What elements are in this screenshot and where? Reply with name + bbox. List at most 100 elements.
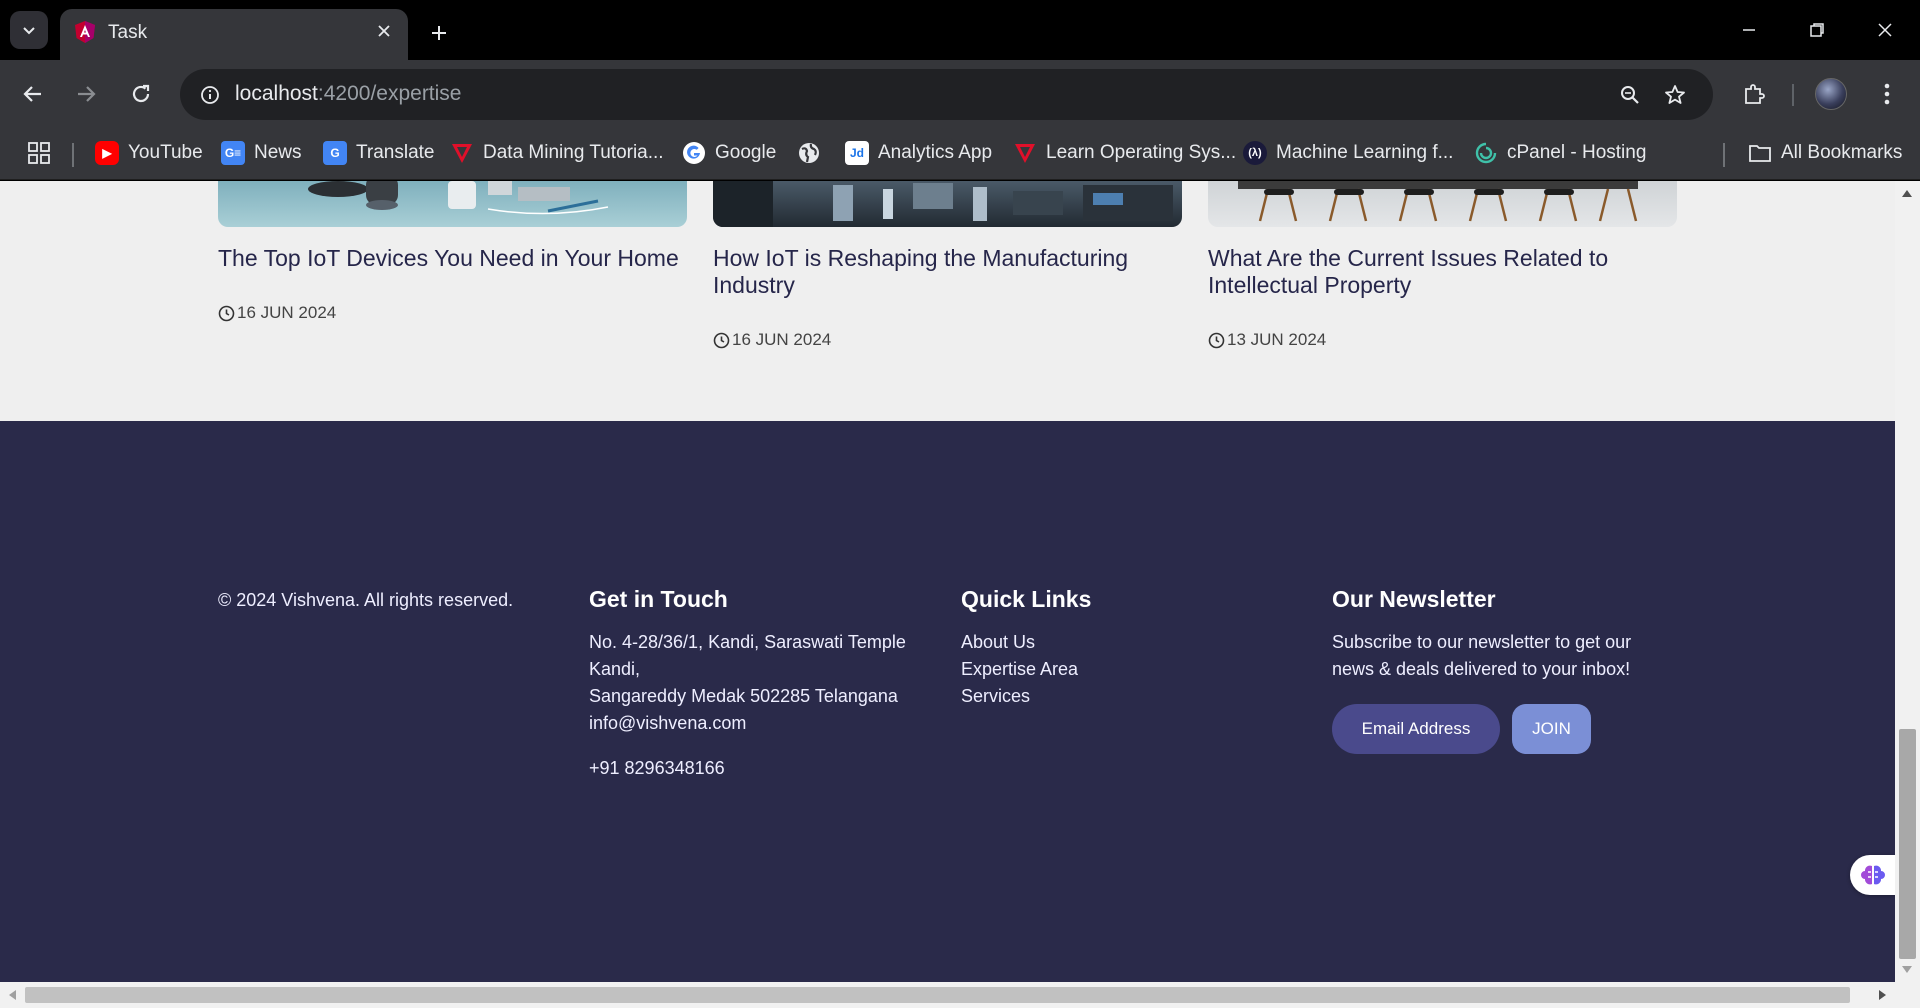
- site-footer: © 2024 Vishvena. All rights reserved. Ge…: [0, 421, 1895, 982]
- minimize-button[interactable]: [1724, 10, 1774, 50]
- bookmark-google[interactable]: Google: [682, 137, 776, 169]
- close-window-button[interactable]: [1860, 10, 1910, 50]
- quick-links-list: About Us Expertise Area Services: [961, 629, 1078, 710]
- bookmark-separator: [72, 143, 74, 167]
- plus-icon: [432, 26, 446, 40]
- arrow-left-icon: [23, 86, 41, 102]
- bookmark-label: YouTube: [128, 142, 203, 163]
- bookmark-learn-os[interactable]: Learn Operating Sys...: [1013, 137, 1236, 169]
- bookmarks-bar: ▶ YouTube G≡ News G Translate Data Minin…: [0, 128, 1920, 180]
- quick-link-services[interactable]: Services: [961, 683, 1078, 710]
- bookmark-youtube[interactable]: ▶ YouTube: [95, 137, 203, 169]
- contact-email[interactable]: info@vishvena.com: [589, 710, 746, 737]
- tab-close-button[interactable]: [372, 19, 396, 43]
- card-title[interactable]: How IoT is Reshaping the Manufacturing I…: [713, 245, 1183, 299]
- quick-link-about-us[interactable]: About Us: [961, 629, 1078, 656]
- google-translate-icon: G: [323, 141, 347, 165]
- card-image[interactable]: [1208, 181, 1677, 227]
- newsletter-text-line: news & deals delivered to your inbox!: [1332, 659, 1631, 679]
- kebab-menu-icon: [1884, 83, 1890, 105]
- scroll-right-arrow-icon[interactable]: [1873, 985, 1893, 1005]
- factory-illustration: [713, 181, 1173, 227]
- address-line: No. 4-28/36/1, Kandi, Saraswati Temple: [589, 632, 906, 652]
- arrow-right-icon: [78, 86, 96, 102]
- card-date: 16 JUN 2024: [218, 303, 336, 323]
- back-button[interactable]: [13, 74, 53, 114]
- bookmark-machine-learning[interactable]: (λ) Machine Learning f...: [1243, 137, 1453, 169]
- card-date: 16 JUN 2024: [713, 330, 831, 350]
- floating-assistant-widget[interactable]: [1850, 855, 1895, 895]
- bookmark-news[interactable]: G≡ News: [221, 137, 302, 169]
- address-line: Sangareddy Medak 502285 Telangana: [589, 686, 898, 706]
- red-v-icon: [452, 144, 472, 163]
- profile-avatar[interactable]: [1815, 78, 1847, 110]
- zoom-icon: [1621, 86, 1639, 104]
- bookmark-label: Machine Learning f...: [1276, 142, 1454, 163]
- zoom-button[interactable]: [1614, 79, 1646, 111]
- apps-button[interactable]: [24, 138, 54, 168]
- youtube-icon: ▶: [95, 141, 119, 165]
- address-line: Kandi,: [589, 659, 641, 679]
- card-title[interactable]: What Are the Current Issues Related to I…: [1208, 245, 1678, 299]
- puzzle-icon: [1745, 84, 1765, 104]
- newsletter-description: Subscribe to our newsletter to get our n…: [1332, 629, 1631, 683]
- bookmark-data-mining[interactable]: Data Mining Tutoria...: [450, 137, 664, 169]
- newsletter-text-line: Subscribe to our newsletter to get our: [1332, 632, 1632, 652]
- join-button[interactable]: JOIN: [1512, 704, 1591, 754]
- restore-button[interactable]: [1792, 10, 1842, 50]
- bookmark-analytics-app[interactable]: Jd Analytics App: [845, 137, 992, 169]
- clock-icon: [1208, 332, 1225, 348]
- vertical-scrollbar[interactable]: [1895, 181, 1920, 982]
- browser-titlebar: Task: [0, 0, 1920, 60]
- card-date-text: 16 JUN 2024: [732, 330, 832, 349]
- url-path: :4200/expertise: [317, 82, 462, 105]
- google-icon: [683, 142, 705, 164]
- scroll-down-arrow-icon[interactable]: [1897, 960, 1917, 980]
- tab-search-button[interactable]: [10, 11, 48, 49]
- page-viewport: The Top IoT Devices You Need in Your Hom…: [0, 181, 1895, 982]
- scroll-up-arrow-icon[interactable]: [1897, 183, 1917, 203]
- reload-button[interactable]: [121, 74, 161, 114]
- site-info-button[interactable]: [194, 79, 226, 111]
- quick-link-expertise-area[interactable]: Expertise Area: [961, 656, 1078, 683]
- toolbar-separator: [1792, 84, 1794, 106]
- bookmark-globe[interactable]: [797, 137, 821, 169]
- angular-icon: [75, 21, 95, 43]
- cpanel-icon: [1475, 142, 1497, 164]
- newsletter-heading: Our Newsletter: [1332, 586, 1496, 612]
- bookmark-label: Google: [715, 142, 777, 163]
- tab-title: Task: [108, 22, 148, 43]
- address-bar[interactable]: localhost:4200/expertise: [180, 69, 1713, 120]
- bookmark-label: cPanel - Hosting: [1507, 142, 1647, 163]
- card-date: 13 JUN 2024: [1208, 330, 1326, 350]
- all-bookmarks-label: All Bookmarks: [1781, 142, 1903, 163]
- quick-links-heading: Quick Links: [961, 586, 1092, 612]
- bookmark-label: Translate: [356, 142, 435, 163]
- bookmark-translate[interactable]: G Translate: [323, 137, 435, 169]
- bookmark-star-button[interactable]: [1659, 79, 1691, 111]
- url-host: localhost: [235, 82, 318, 105]
- email-address-button[interactable]: Email Address: [1332, 704, 1500, 754]
- horizontal-scrollbar-thumb[interactable]: [25, 987, 1850, 1003]
- chevron-down-icon: [23, 27, 35, 35]
- new-tab-button[interactable]: [422, 16, 456, 50]
- extensions-button[interactable]: [1734, 74, 1774, 114]
- horizontal-scrollbar[interactable]: [0, 982, 1920, 1008]
- card-image[interactable]: [713, 181, 1182, 227]
- browser-tab-active[interactable]: Task: [60, 9, 408, 60]
- card-image[interactable]: [218, 181, 687, 227]
- forward-button[interactable]: [66, 74, 106, 114]
- menu-button[interactable]: [1867, 74, 1907, 114]
- vertical-scrollbar-thumb[interactable]: [1899, 729, 1916, 959]
- folder-icon: [1749, 145, 1771, 162]
- contact-phone[interactable]: +91 8296348166: [589, 755, 725, 782]
- card-date-text: 13 JUN 2024: [1227, 330, 1327, 349]
- jd-icon: Jd: [845, 141, 869, 165]
- brain-icon: [1860, 865, 1885, 885]
- url-text[interactable]: localhost:4200/expertise: [235, 82, 462, 106]
- all-bookmarks-button[interactable]: All Bookmarks: [1748, 137, 1902, 169]
- bookmark-label: News: [254, 142, 302, 163]
- card-title[interactable]: The Top IoT Devices You Need in Your Hom…: [218, 245, 688, 272]
- bookmark-cpanel[interactable]: cPanel - Hosting: [1474, 137, 1646, 169]
- scroll-left-arrow-icon[interactable]: [2, 985, 22, 1005]
